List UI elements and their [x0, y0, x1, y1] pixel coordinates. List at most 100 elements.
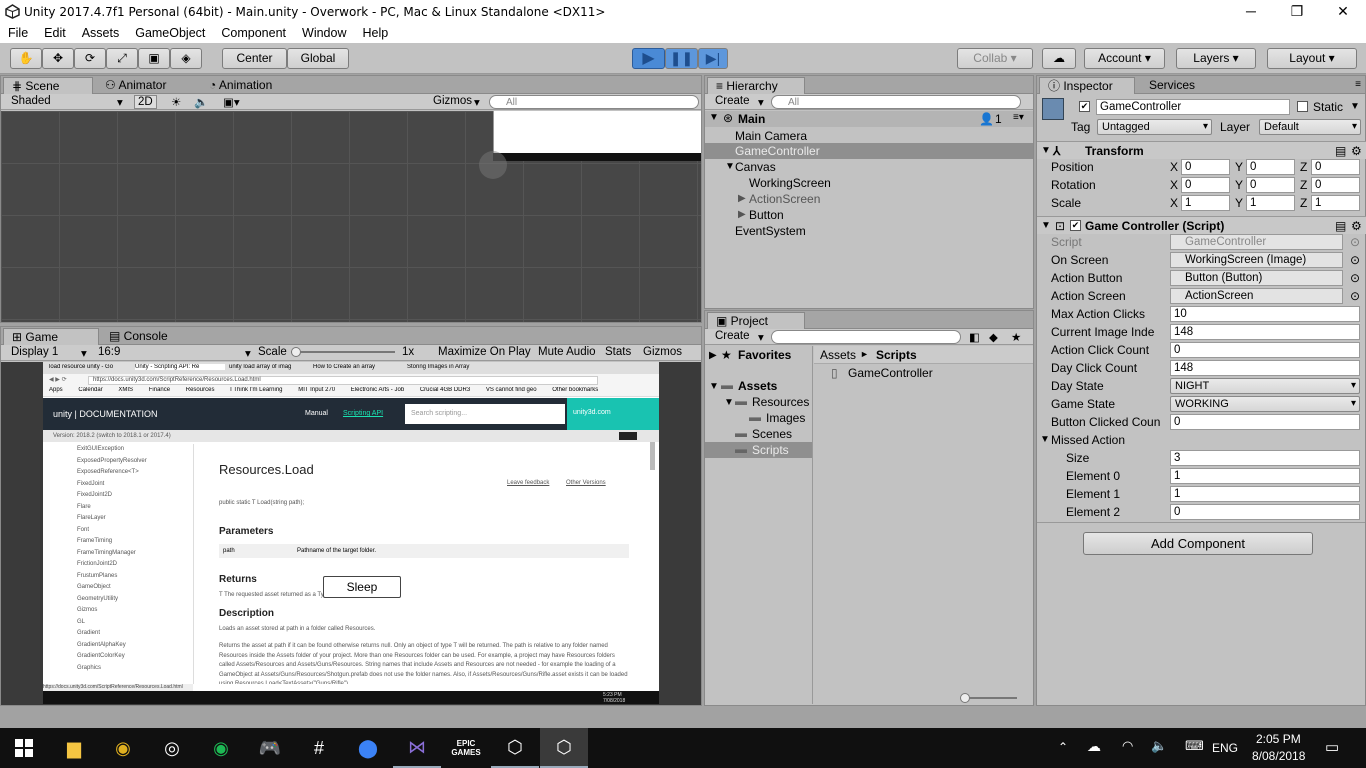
doc-unity3d-link[interactable]: unity3d.com	[567, 398, 659, 430]
doc-brand[interactable]: unity | DOCUMENTATION	[53, 409, 158, 419]
scale-slider-track[interactable]	[291, 351, 395, 353]
hierarchy-scene-row[interactable]: ▼ ⊛ Main 👤 1 ≡▾	[705, 111, 1033, 127]
transform-tool-button[interactable]: ◈	[170, 48, 202, 69]
close-button[interactable]: ✕	[1320, 0, 1366, 23]
active-checkbox[interactable]: ✔	[1079, 101, 1090, 112]
controller-app-icon[interactable]: 🎮	[246, 728, 294, 768]
button-expand-icon[interactable]: ▶	[738, 209, 746, 220]
project-folder-scripts[interactable]: Scripts	[752, 443, 789, 457]
doc-other-versions[interactable]: Other Versions	[566, 480, 606, 486]
prop-actionscreen-field[interactable]: ActionScreen	[1170, 288, 1343, 304]
prop-daystate-dropdown[interactable]: NIGHT	[1170, 378, 1360, 394]
menu-edit[interactable]: Edit	[36, 26, 74, 40]
position-z-field[interactable]: 0	[1311, 159, 1360, 175]
scene-viewport[interactable]	[1, 111, 701, 322]
cloud-button[interactable]: ☁	[1042, 48, 1076, 69]
slack-icon[interactable]: #	[295, 728, 343, 768]
object-name-field[interactable]: GameController	[1096, 99, 1290, 115]
bookmark-2[interactable]: Calendar	[78, 387, 102, 393]
hand-tool-button[interactable]: ✋	[10, 48, 42, 69]
prop-dayclickcount-field[interactable]: 148	[1170, 360, 1360, 376]
project-zoom-thumb[interactable]	[960, 693, 970, 703]
script-help-icon[interactable]: ▤	[1335, 217, 1346, 235]
rotate-tool-button[interactable]: ⟳	[74, 48, 106, 69]
resources-expand-icon[interactable]: ▼	[724, 397, 734, 408]
transform-help-icon[interactable]: ▤	[1335, 142, 1346, 160]
chrome-icon[interactable]: ◉	[99, 728, 147, 768]
scale-slider-thumb[interactable]	[291, 347, 301, 357]
rotation-x-field[interactable]: 0	[1181, 177, 1230, 193]
game-viewport[interactable]: load resource unity - Go Unity - Scripti…	[1, 362, 701, 705]
2d-toggle[interactable]: 2D	[134, 95, 157, 109]
browser-url[interactable]: https://docs.unity3d.com/ScriptReference…	[88, 376, 598, 385]
nav-item[interactable]: Flare	[77, 502, 195, 514]
hierarchy-item-eventsystem[interactable]: EventSystem	[735, 222, 806, 240]
bookmark-9[interactable]: Crucial 4GB DDR3	[420, 387, 470, 393]
nav-item[interactable]: GradientColorKey	[77, 651, 195, 663]
layer-dropdown[interactable]: Default	[1259, 119, 1361, 135]
element-0-field[interactable]: 1	[1170, 468, 1360, 484]
keyboard-icon[interactable]: ⌨	[1185, 738, 1204, 754]
nav-item[interactable]: ExposedReference<T>	[77, 467, 195, 479]
spotify-icon[interactable]: ◉	[197, 728, 245, 768]
nav-item[interactable]: FrameTiming	[77, 536, 195, 548]
prop-actionscreen-picker-icon[interactable]: ⊙	[1350, 289, 1360, 303]
transform-settings-icon[interactable]: ⚙	[1351, 142, 1362, 160]
browser-scrollbar[interactable]	[650, 442, 655, 470]
script-component-header[interactable]: ▼ ⊡ ✔ Game Controller (Script) ▤ ⚙	[1037, 216, 1366, 234]
onedrive-icon[interactable]: ☁	[1087, 738, 1101, 755]
tab-services[interactable]: Services	[1141, 77, 1203, 94]
move-tool-button[interactable]: ✥	[42, 48, 74, 69]
prop-currentimageindex-field[interactable]: 148	[1170, 324, 1360, 340]
bookmark-1[interactable]: Apps	[49, 387, 63, 393]
action-center-icon[interactable]: ▭	[1325, 738, 1339, 756]
pivot-global-button[interactable]: Global	[287, 48, 349, 69]
nav-item[interactable]: GL	[77, 617, 195, 629]
static-checkbox[interactable]	[1297, 101, 1308, 112]
element-1-field[interactable]: 1	[1170, 486, 1360, 502]
prop-actionclickcount-field[interactable]: 0	[1170, 342, 1360, 358]
menu-gameobject[interactable]: GameObject	[127, 26, 213, 40]
position-x-field[interactable]: 0	[1181, 159, 1230, 175]
hierarchy-create-button[interactable]: Create	[715, 95, 750, 107]
scale-y-field[interactable]: 1	[1246, 195, 1295, 211]
project-favorites[interactable]: Favorites	[738, 348, 791, 362]
bookmark-4[interactable]: Finance	[149, 387, 170, 393]
bookmark-8[interactable]: Electronic Arts - Job	[351, 387, 404, 393]
step-button[interactable]: ▶|	[698, 48, 728, 69]
filter-label-icon[interactable]: ◆	[989, 330, 998, 344]
script-enabled-checkbox[interactable]: ✔	[1070, 220, 1081, 231]
bookmark-11[interactable]: Other bookmarks	[552, 387, 598, 393]
prop-onscreen-picker-icon[interactable]: ⊙	[1350, 253, 1360, 267]
project-zoom-slider[interactable]	[963, 697, 1017, 699]
bookmark-6[interactable]: I Think I'm Learning	[230, 387, 282, 393]
play-button[interactable]: ▶	[632, 48, 665, 69]
project-folder-resources[interactable]: Resources	[752, 395, 809, 409]
position-y-field[interactable]: 0	[1246, 159, 1295, 175]
wifi-icon[interactable]: ◠	[1122, 738, 1133, 754]
transform-header[interactable]: ▼ ⅄ Transform ▤ ⚙	[1037, 141, 1366, 159]
maximize-on-play-toggle[interactable]: Maximize On Play	[438, 346, 531, 358]
missed-action-expand-icon[interactable]: ▼	[1040, 434, 1050, 445]
nav-item[interactable]: FrameTimingManager	[77, 548, 195, 560]
nav-item[interactable]: ExitGUIException	[77, 444, 195, 456]
nav-item[interactable]: FixedJoint2D	[77, 490, 195, 502]
collab-dropdown[interactable]: Collab ▾	[957, 48, 1033, 69]
doc-version-button[interactable]	[619, 432, 637, 440]
browser-nav-icons[interactable]: ◀ ▶ ⟳	[49, 376, 67, 383]
rect-tool-button[interactable]: ▣	[138, 48, 170, 69]
breadcrumb-assets[interactable]: Assets	[820, 348, 856, 362]
nav-item[interactable]: GradientAlphaKey	[77, 640, 195, 652]
nav-item[interactable]: Graphics	[77, 663, 195, 675]
nav-item[interactable]: GeometryUtility	[77, 594, 195, 606]
visual-studio-icon[interactable]: ⋈	[393, 728, 441, 768]
doc-search-input[interactable]: Search scripting...	[405, 404, 565, 424]
tab-scene[interactable]: ⋕ Scene	[3, 77, 93, 94]
breadcrumb-scripts[interactable]: Scripts	[876, 348, 917, 362]
array-size-field[interactable]: 3	[1170, 450, 1360, 466]
menu-file[interactable]: File	[0, 26, 36, 40]
tab-inspector[interactable]: ⓘ Inspector	[1039, 77, 1135, 94]
bookmark-7[interactable]: MIT Input 270	[298, 387, 335, 393]
menu-help[interactable]: Help	[354, 26, 396, 40]
nav-item[interactable]: Gradient	[77, 628, 195, 640]
